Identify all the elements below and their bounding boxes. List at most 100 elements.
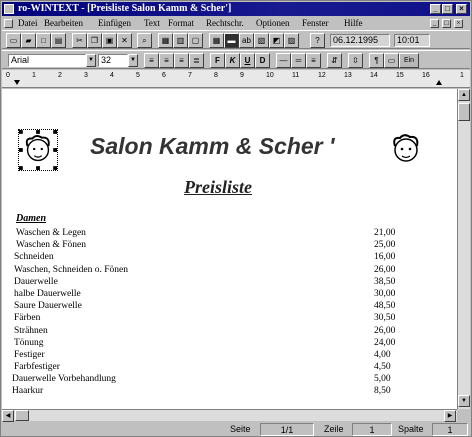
salon-logo-right bbox=[393, 134, 419, 162]
menu-optionen[interactable]: Optionen bbox=[256, 17, 290, 30]
service-name: Strähnen bbox=[14, 325, 48, 336]
service-name: Dauerwelle Vorbehandlung bbox=[12, 374, 116, 385]
ruler-tick: 13 bbox=[344, 72, 352, 79]
horizontal-scrollbar[interactable]: ◀ ▶ bbox=[2, 409, 457, 422]
scroll-right-icon[interactable]: ▶ bbox=[444, 410, 456, 422]
graphic-icon[interactable]: ◩ bbox=[269, 33, 284, 48]
insert-field-icon[interactable]: ▦ bbox=[209, 33, 224, 48]
section-heading: Damen bbox=[16, 213, 46, 224]
service-name: Schneiden bbox=[14, 252, 54, 263]
ruler-tick: 1 bbox=[32, 72, 36, 79]
minimize-button[interactable]: _ bbox=[430, 4, 441, 14]
ruler-tick: 7 bbox=[188, 72, 192, 79]
service-price: 24,00 bbox=[374, 337, 396, 348]
abc-icon[interactable]: ab bbox=[239, 33, 254, 48]
find-icon[interactable]: ⌕ bbox=[137, 33, 152, 48]
ruler-tick: 0 bbox=[6, 72, 10, 79]
line-double-icon[interactable]: ═ bbox=[291, 53, 306, 68]
size-dropdown-icon[interactable]: ▼ bbox=[128, 54, 138, 67]
superscript-icon[interactable]: ⇵ bbox=[327, 53, 342, 68]
vertical-scroll-thumb[interactable] bbox=[458, 103, 470, 121]
font-dropdown-icon[interactable]: ▼ bbox=[86, 54, 96, 67]
help-icon[interactable]: ? bbox=[310, 33, 325, 48]
copy-icon[interactable]: ❐ bbox=[87, 33, 102, 48]
scroll-up-icon[interactable]: ▲ bbox=[458, 89, 470, 101]
align-right-icon[interactable]: ≡ bbox=[174, 53, 189, 68]
document-system-icon[interactable] bbox=[4, 19, 13, 28]
title-bar[interactable]: ro-WINTEXT - [Preisliste Salon Kamm & Sc… bbox=[2, 2, 470, 16]
menu-datei[interactable]: Datei bbox=[18, 17, 38, 30]
right-margin-marker[interactable] bbox=[436, 80, 442, 85]
align-left-icon[interactable]: ≡ bbox=[144, 53, 159, 68]
menu-format[interactable]: Format bbox=[168, 17, 194, 30]
italic-button[interactable]: K bbox=[225, 53, 240, 68]
date-display: 06.12.1995 bbox=[330, 34, 390, 47]
table-row: Festiger 4,00 bbox=[2, 349, 457, 361]
line-single-icon[interactable]: — bbox=[276, 53, 291, 68]
style-icon[interactable]: ▭ bbox=[384, 53, 399, 68]
line-triple-icon[interactable]: ≡ bbox=[306, 53, 321, 68]
standard-toolbar: ▭ ▰ □ ▤ ✂ ❐ ▣ ✕ ⌕ ▦ ▥ ▢ ▦ ▬ ab ▧ ◩ ▨ ? 0… bbox=[2, 30, 470, 49]
table-row: Strähnen 26,00 bbox=[2, 325, 457, 337]
salon-logo-left[interactable] bbox=[18, 129, 58, 171]
chart-icon[interactable]: ▨ bbox=[284, 33, 299, 48]
service-name: halbe Dauerwelle bbox=[14, 288, 81, 299]
font-select[interactable]: Arial bbox=[8, 54, 86, 67]
ruler-tick: 8 bbox=[214, 72, 218, 79]
service-price: 38,50 bbox=[374, 276, 396, 287]
vertical-scrollbar[interactable]: ▲ ▼ bbox=[457, 89, 470, 409]
table-row: Dauerwelle 38,50 bbox=[2, 276, 457, 288]
delete-icon[interactable]: ✕ bbox=[117, 33, 132, 48]
paragraph-icon[interactable]: ¶ bbox=[369, 53, 384, 68]
insert-mode-button[interactable]: Ein bbox=[399, 53, 419, 68]
doc-minimize-button[interactable]: _ bbox=[430, 19, 439, 28]
indent-icon[interactable]: ⇳ bbox=[348, 53, 363, 68]
table-icon[interactable]: ▥ bbox=[173, 33, 188, 48]
menu-rechtschr[interactable]: Rechtschr. bbox=[206, 17, 244, 30]
image-icon[interactable]: ▧ bbox=[254, 33, 269, 48]
print-icon[interactable]: ▤ bbox=[51, 33, 66, 48]
cut-icon[interactable]: ✂ bbox=[72, 33, 87, 48]
paste-icon[interactable]: ▣ bbox=[102, 33, 117, 48]
menu-einfuegen[interactable]: Einfügen bbox=[98, 17, 131, 30]
scroll-left-icon[interactable]: ◀ bbox=[2, 410, 14, 422]
maximize-button[interactable]: □ bbox=[442, 4, 453, 14]
menu-hilfe[interactable]: Hilfe bbox=[344, 17, 363, 30]
doc-restore-button[interactable]: □ bbox=[442, 19, 451, 28]
horizontal-scroll-thumb[interactable] bbox=[15, 410, 29, 421]
font-size-select[interactable]: 32 bbox=[98, 54, 128, 67]
format-toolbar: Arial ▼ 32 ▼ ≡ ≡ ≡ ≣ F K U D — ═ ≡ ⇵ ⇳ ¶… bbox=[2, 50, 470, 69]
menu-bearbeiten[interactable]: Bearbeiten bbox=[44, 17, 83, 30]
service-name: Waschen & Fönen bbox=[16, 240, 86, 251]
service-price: 30,00 bbox=[374, 288, 396, 299]
menu-fenster[interactable]: Fenster bbox=[302, 17, 329, 30]
ruler[interactable]: 0 1 2 3 4 5 6 7 8 9 10 11 12 13 14 15 16… bbox=[2, 70, 470, 88]
double-underline-button[interactable]: D bbox=[255, 53, 270, 68]
service-name: Festiger bbox=[14, 349, 45, 360]
service-price: 8,50 bbox=[374, 386, 391, 397]
scroll-down-icon[interactable]: ▼ bbox=[458, 395, 470, 407]
doc-close-button[interactable]: × bbox=[454, 19, 463, 28]
underline-button[interactable]: U bbox=[240, 53, 255, 68]
open-folder-icon[interactable]: ▰ bbox=[21, 33, 36, 48]
justify-icon[interactable]: ≣ bbox=[189, 53, 204, 68]
left-indent-marker[interactable] bbox=[14, 80, 20, 85]
page-view-icon[interactable]: ▦ bbox=[158, 33, 173, 48]
system-menu-icon[interactable] bbox=[4, 4, 14, 14]
dark-frame-icon[interactable]: ▬ bbox=[224, 33, 239, 48]
bold-button[interactable]: F bbox=[210, 53, 225, 68]
status-bar: Seite 1/1 Zeile 1 Spalte 1 bbox=[2, 422, 470, 437]
document-page[interactable]: Salon Kamm & Scher ' Preisliste Damen Wa… bbox=[2, 89, 457, 409]
line-indicator: 1 bbox=[352, 423, 392, 436]
ruler-tick: 5 bbox=[136, 72, 140, 79]
frame-icon[interactable]: ▢ bbox=[188, 33, 203, 48]
service-name: Haarkur bbox=[12, 386, 44, 397]
new-document-icon[interactable]: □ bbox=[36, 33, 51, 48]
close-button[interactable]: × bbox=[456, 4, 467, 14]
ruler-tick: 1 bbox=[460, 72, 464, 79]
align-center-icon[interactable]: ≡ bbox=[159, 53, 174, 68]
service-name: Waschen, Schneiden o. Fönen bbox=[14, 264, 128, 275]
service-name: Dauerwelle bbox=[14, 276, 58, 287]
menu-text[interactable]: Text bbox=[144, 17, 160, 30]
new-file-icon[interactable]: ▭ bbox=[6, 33, 21, 48]
